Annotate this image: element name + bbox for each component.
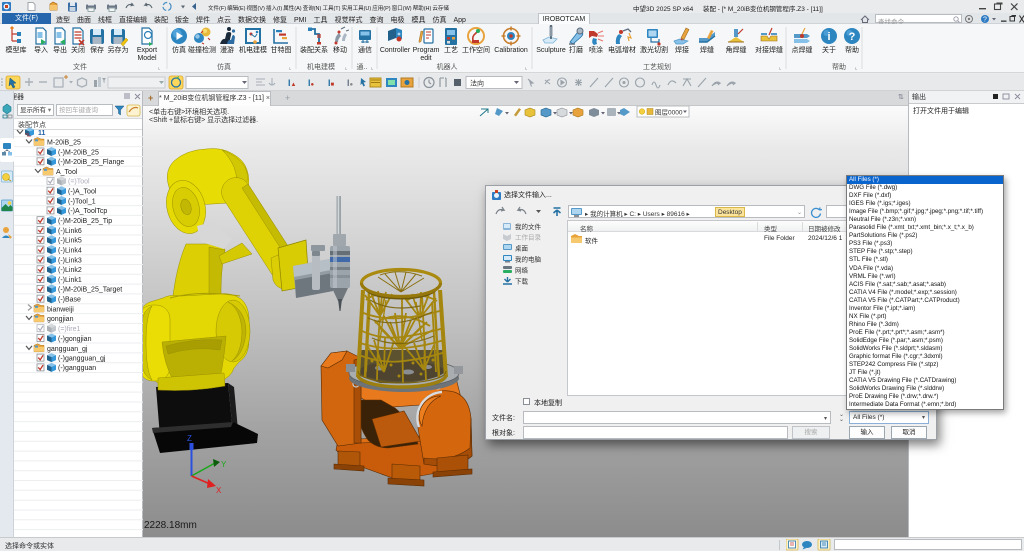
svg-text:激光切割: 激光切割 <box>640 45 668 54</box>
svg-text:gangguan_gj: gangguan_gj <box>47 346 88 353</box>
svg-text:焊缝: 焊缝 <box>700 45 714 54</box>
svg-text:机电建模: 机电建模 <box>239 45 267 54</box>
svg-text:机器人: 机器人 <box>437 62 458 71</box>
svg-text:Calibration: Calibration <box>494 47 528 54</box>
svg-text:(-)M-20iB_25_Tip: (-)M-20iB_25_Tip <box>58 218 112 225</box>
svg-text:保存: 保存 <box>90 45 104 54</box>
svg-text:工艺: 工艺 <box>444 46 458 54</box>
svg-text:点焊缝: 点焊缝 <box>792 45 813 54</box>
svg-text:Controller: Controller <box>380 47 411 54</box>
svg-text:(-)A_Tool: (-)A_Tool <box>68 189 97 196</box>
svg-text:移动: 移动 <box>333 45 347 54</box>
svg-text:漫游: 漫游 <box>220 45 234 54</box>
svg-text:另存为: 另存为 <box>108 45 129 54</box>
svg-text:桌面: 桌面 <box>515 244 529 253</box>
svg-text:X: X <box>216 486 222 495</box>
svg-text:(-)Link6: (-)Link6 <box>58 228 82 235</box>
svg-text:⌞: ⌞ <box>779 65 782 71</box>
svg-text:工艺规划: 工艺规划 <box>643 62 671 71</box>
svg-text:仿真: 仿真 <box>217 62 231 71</box>
svg-text:(-)gangguan_gj: (-)gangguan_gj <box>58 355 106 362</box>
svg-text:11: 11 <box>38 130 46 137</box>
svg-text:甘特图: 甘特图 <box>271 45 292 54</box>
svg-text:(-)Link4: (-)Link4 <box>58 247 82 254</box>
svg-text:⌞: ⌞ <box>289 65 292 71</box>
svg-text:(-)gangguan: (-)gangguan <box>58 365 96 372</box>
svg-text:?: ? <box>849 31 856 43</box>
svg-text:我的电脑: 我的电脑 <box>515 255 542 264</box>
svg-text:I▲: I▲ <box>288 78 296 88</box>
svg-text:碰撞检测: 碰撞检测 <box>188 45 216 54</box>
svg-text:(-)gongjian: (-)gongjian <box>58 336 92 343</box>
svg-text:(-)M-20iB_25_Flange: (-)M-20iB_25_Flange <box>58 159 124 166</box>
svg-text:A_Tool: A_Tool <box>56 169 78 176</box>
svg-text:(-)M-20iB_25: (-)M-20iB_25 <box>58 149 99 156</box>
svg-text:(-)Link5: (-)Link5 <box>58 238 82 245</box>
svg-text:(=)fire1: (=)fire1 <box>58 326 80 333</box>
svg-text:I●: I● <box>308 78 315 88</box>
svg-text:帮助: 帮助 <box>832 62 846 71</box>
svg-text:I■: I■ <box>328 78 335 88</box>
svg-text:⌞: ⌞ <box>855 65 858 71</box>
svg-text:工作空间: 工作空间 <box>462 45 490 54</box>
svg-text:edit: edit <box>420 55 431 62</box>
svg-text:导入: 导入 <box>34 46 48 54</box>
svg-text:下载: 下载 <box>515 277 529 286</box>
svg-text:导出: 导出 <box>53 45 67 54</box>
svg-text:i: i <box>827 31 830 43</box>
svg-text:Z: Z <box>187 434 192 443</box>
svg-text:Export: Export <box>137 47 157 54</box>
svg-text:gongjian: gongjian <box>47 316 74 323</box>
svg-text:⌞: ⌞ <box>525 65 528 71</box>
svg-text:我的文件: 我的文件 <box>515 222 542 231</box>
svg-text:(-)Link2: (-)Link2 <box>58 267 82 274</box>
svg-text:对接焊缝: 对接焊缝 <box>755 45 783 54</box>
svg-text:⌞: ⌞ <box>345 65 348 71</box>
svg-text:喷涂: 喷涂 <box>589 45 603 54</box>
svg-text:?: ? <box>983 17 987 24</box>
svg-text:M-20iB_25: M-20iB_25 <box>47 140 81 147</box>
svg-text:(-)A_ToolTcp: (-)A_ToolTcp <box>68 208 107 215</box>
svg-text:法向: 法向 <box>470 79 484 88</box>
svg-text:(-)Link1: (-)Link1 <box>58 277 82 284</box>
svg-text:工作目录: 工作目录 <box>515 233 542 242</box>
svg-text:网络: 网络 <box>515 266 529 275</box>
svg-text:打磨: 打磨 <box>569 45 583 54</box>
svg-text:I●: I● <box>347 78 354 88</box>
svg-text:bianweiji: bianweiji <box>47 306 74 313</box>
svg-text:机电建模: 机电建模 <box>307 62 335 71</box>
svg-text:(-)Tool_1: (-)Tool_1 <box>68 198 96 205</box>
svg-text:(-)Base: (-)Base <box>58 297 81 304</box>
svg-text:通信: 通信 <box>358 45 372 54</box>
svg-text:(-)Link3: (-)Link3 <box>58 257 82 264</box>
svg-text:文件: 文件 <box>73 62 87 71</box>
svg-text:Program: Program <box>413 47 440 54</box>
svg-text:焊接: 焊接 <box>675 45 689 54</box>
svg-text:仿真: 仿真 <box>172 45 186 54</box>
svg-text:(=)Tool: (=)Tool <box>68 179 90 186</box>
svg-text:电弧增材: 电弧增材 <box>608 45 636 54</box>
svg-text:Y: Y <box>221 460 227 469</box>
svg-text:⌞: ⌞ <box>158 65 161 71</box>
svg-text:模型库: 模型库 <box>6 45 27 54</box>
svg-text:图层0000: 图层0000 <box>655 109 683 117</box>
svg-text:(-)M-20iB_25_Target: (-)M-20iB_25_Target <box>58 287 122 294</box>
svg-text:Sculpture: Sculpture <box>536 47 566 54</box>
svg-text:装配关系: 装配关系 <box>300 45 328 54</box>
svg-text:Model: Model <box>137 55 157 62</box>
svg-text:帮助: 帮助 <box>845 45 859 54</box>
svg-text:角焊缝: 角焊缝 <box>726 45 747 54</box>
svg-text:⌞: ⌞ <box>371 65 374 71</box>
svg-text:通..: 通.. <box>357 62 368 71</box>
svg-text:关于: 关于 <box>822 45 836 54</box>
svg-text:关闭: 关闭 <box>71 45 85 54</box>
